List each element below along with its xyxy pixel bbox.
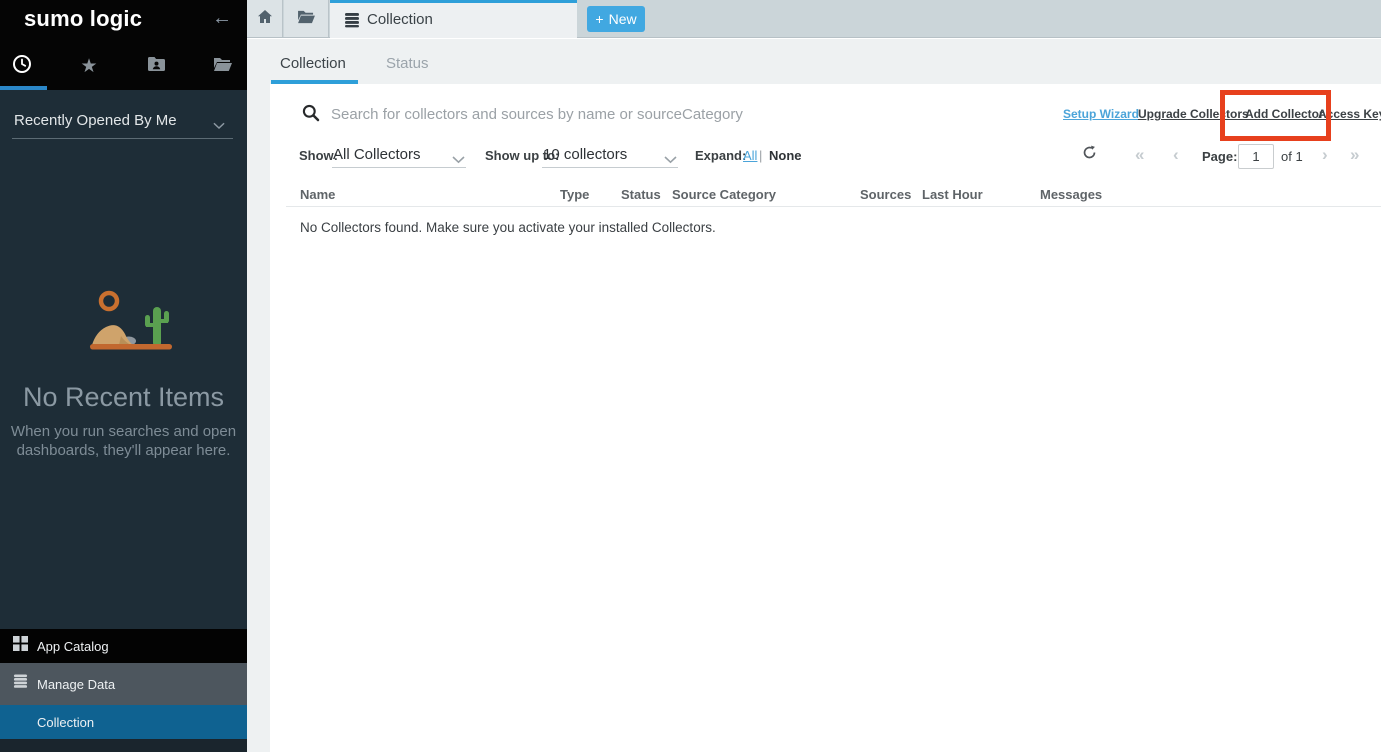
star-icon: ★ xyxy=(80,57,97,76)
tab-collection-inner[interactable]: Collection xyxy=(280,55,346,72)
browser-tab-bar: Collection + New xyxy=(247,0,1381,38)
tab-status[interactable]: Status xyxy=(386,55,429,72)
dropdown-underline xyxy=(542,167,678,168)
database-icon xyxy=(344,12,360,33)
empty-table-message: No Collectors found. Make sure you activ… xyxy=(300,220,716,235)
expand-all-link[interactable]: All xyxy=(743,148,757,163)
content-panel xyxy=(270,84,1381,752)
search-input[interactable]: Search for collectors and sources by nam… xyxy=(331,106,743,123)
personal-folder-tab[interactable] xyxy=(145,55,167,77)
column-header-sources: Sources xyxy=(860,187,911,202)
app-window: sumo logic ← ★ xyxy=(0,0,1381,752)
home-tab-button[interactable] xyxy=(247,0,283,37)
recent-selector-label: Recently Opened By Me xyxy=(14,112,177,129)
first-page-icon[interactable]: « xyxy=(1135,145,1144,165)
database-icon xyxy=(13,674,28,694)
new-button-label: New xyxy=(609,11,637,27)
collapse-sidebar-icon[interactable]: ← xyxy=(212,7,232,30)
favorites-tab[interactable]: ★ xyxy=(78,55,100,77)
search-icon[interactable] xyxy=(302,104,320,127)
last-page-icon[interactable]: » xyxy=(1350,145,1359,165)
sidebar-nav-strip: ★ xyxy=(0,40,247,90)
recent-selector[interactable]: Recently Opened By Me xyxy=(12,103,233,139)
grid-icon xyxy=(13,636,28,656)
browse-tabs-button[interactable] xyxy=(284,0,329,37)
person-folder-icon xyxy=(147,55,166,77)
menu-item-app-catalog[interactable]: App Catalog xyxy=(0,629,247,663)
page-total: of 1 xyxy=(1281,149,1303,164)
show-up-to-dropdown[interactable]: 10 collectors xyxy=(543,146,627,163)
clock-icon xyxy=(12,54,32,79)
new-tab-button[interactable]: + New xyxy=(587,6,645,32)
no-recent-items-description: When you run searches and open dashboard… xyxy=(0,422,247,460)
expand-none-link[interactable]: None xyxy=(769,148,802,163)
show-dropdown[interactable]: All Collectors xyxy=(333,146,421,163)
plus-icon: + xyxy=(595,11,603,27)
column-header-type: Type xyxy=(560,187,589,202)
expand-label: Expand: xyxy=(695,148,746,163)
table-header-divider xyxy=(286,206,1381,207)
menu-item-collection[interactable]: Collection xyxy=(0,705,247,739)
menu-item-manage-data[interactable]: Manage Data xyxy=(0,663,247,705)
tab-collection[interactable]: Collection xyxy=(330,0,577,38)
no-recent-items-title: No Recent Items xyxy=(0,382,247,413)
sidebar: sumo logic ← ★ xyxy=(0,0,247,752)
desert-illustration xyxy=(0,290,247,352)
annotation-highlight-box xyxy=(1220,90,1331,141)
menu-label: Collection xyxy=(37,715,94,730)
sidebar-bottom-menu: App Catalog Manage Data Collection xyxy=(0,629,247,752)
open-folder-icon xyxy=(213,56,233,77)
library-tab[interactable] xyxy=(212,55,234,77)
dropdown-underline xyxy=(332,167,466,168)
refresh-icon[interactable] xyxy=(1082,145,1097,165)
sidebar-logo-bar: sumo logic ← xyxy=(0,0,247,40)
page-number-input[interactable] xyxy=(1238,144,1274,169)
column-header-last-hour: Last Hour xyxy=(922,187,983,202)
column-header-name: Name xyxy=(300,187,335,202)
home-icon xyxy=(257,9,273,29)
folder-icon xyxy=(297,9,316,29)
next-page-icon[interactable]: › xyxy=(1322,145,1328,165)
recents-tab[interactable] xyxy=(11,55,33,77)
previous-page-icon[interactable]: ‹ xyxy=(1173,145,1179,165)
active-nav-indicator xyxy=(0,86,47,90)
column-header-messages: Messages xyxy=(1040,187,1102,202)
chevron-down-icon xyxy=(213,117,225,134)
column-header-status: Status xyxy=(621,187,661,202)
content-gutter xyxy=(247,84,270,752)
setup-wizard-link[interactable]: Setup Wizard xyxy=(1063,107,1139,121)
sumo-logic-logo: sumo logic xyxy=(24,6,142,32)
menu-label: Manage Data xyxy=(37,677,115,692)
separator: | xyxy=(759,148,762,163)
menu-label: App Catalog xyxy=(37,639,109,654)
page-label: Page: xyxy=(1202,149,1237,164)
tab-title: Collection xyxy=(367,11,433,28)
page-tabs: Collection Status xyxy=(247,39,1381,84)
menu-divider-strip xyxy=(0,739,247,752)
column-header-source-category: Source Category xyxy=(672,187,776,202)
